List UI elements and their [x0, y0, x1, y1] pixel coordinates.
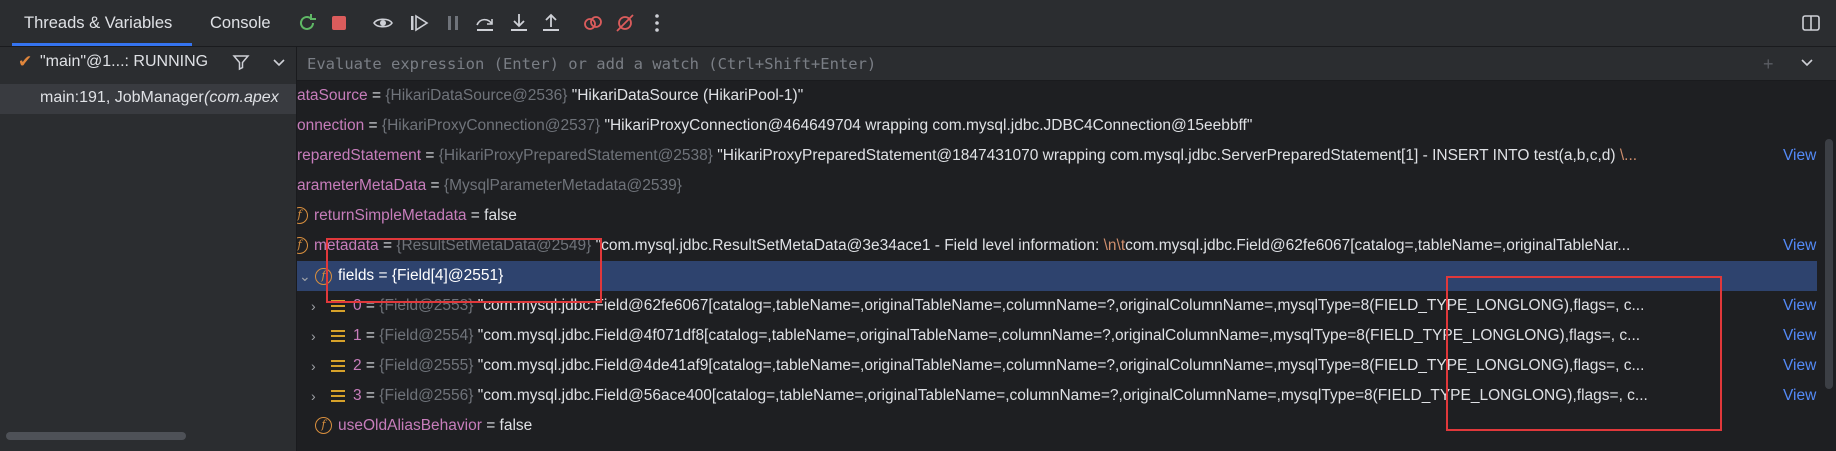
stop-icon[interactable] [326, 10, 352, 36]
view-link[interactable]: View [1780, 351, 1817, 381]
variable-row[interactable]: arameterMetaData = {MysqlParameterMetada… [297, 171, 1817, 201]
frame-label: main:191, JobManager [40, 89, 204, 106]
variable-type: {MysqlParameterMetadata@2539} [443, 177, 682, 194]
thread-label: "main"@1...: RUNNING [40, 53, 209, 70]
array-element-icon [331, 330, 345, 342]
view-link[interactable]: View [1780, 291, 1817, 321]
variable-value: = false [481, 417, 533, 434]
variable-name: arameterMetaData [297, 177, 427, 194]
array-element-row[interactable]: › 1 = {Field@2554} "com.mysql.jdbc.Field@… [297, 321, 1817, 351]
variable-row-selected[interactable]: ⌄ f fields = {Field[4]@2551} [297, 261, 1817, 291]
variable-row[interactable]: f useOldAliasBehavior = false [297, 411, 1817, 441]
tab-threads-variables[interactable]: Threads & Variables [12, 0, 192, 46]
thread-selector[interactable]: ✔ "main"@1...: RUNNING [0, 47, 296, 79]
array-element-row[interactable]: › 3 = {Field@2556} "com.mysql.jdbc.Field@… [297, 381, 1817, 411]
step-into-icon[interactable] [506, 10, 532, 36]
array-element-row[interactable]: › 0 = {Field@2553} "com.mysql.jdbc.Field@… [297, 291, 1817, 321]
step-out-icon[interactable] [538, 10, 564, 36]
mute-breakpoints-icon[interactable] [612, 10, 638, 36]
frame-class: (com.apex [204, 89, 279, 106]
filter-icon[interactable] [232, 53, 250, 76]
chevron-right-icon[interactable]: › [311, 351, 327, 381]
tab-console[interactable]: Console [210, 0, 271, 46]
rerun-icon[interactable] [294, 10, 320, 36]
variable-value: = {Field[4]@2551} [374, 267, 504, 285]
array-element-icon [331, 360, 345, 372]
element-index: 0 [353, 297, 362, 315]
field-icon: f [297, 207, 308, 225]
variable-value: "com.mysql.jdbc.Field@62fe6067[catalog=,… [477, 297, 1645, 315]
chevron-down-icon[interactable]: ⌄ [299, 261, 315, 291]
view-breakpoints-icon[interactable] [370, 10, 396, 36]
escape-sequence: \n\t [1103, 237, 1126, 254]
variable-name: fields [338, 267, 375, 285]
variable-name: onnection [297, 117, 365, 134]
variable-value: "com.mysql.jdbc.ResultSetMetaData@3e34ac… [595, 237, 1104, 254]
variable-row[interactable]: onnection = {HikariProxyConnection@2537}… [297, 111, 1817, 141]
chevron-down-icon[interactable] [271, 53, 287, 76]
variable-type: {Field@2553} [379, 297, 474, 315]
variable-value-cont: com.mysql.jdbc.Field@62fe6067[catalog=,t… [1125, 237, 1631, 254]
variable-type: {HikariProxyConnection@2537} [381, 117, 601, 134]
variable-type: {ResultSetMetaData@2549} [396, 237, 592, 254]
variable-type: {HikariDataSource@2536} [385, 87, 568, 104]
variable-value: "com.mysql.jdbc.Field@4f071df8[catalog=,… [477, 327, 1641, 345]
field-icon: f [315, 417, 332, 435]
variable-name: returnSimpleMetadata [314, 207, 467, 224]
array-element-icon [331, 390, 345, 402]
element-index: 1 [353, 327, 362, 345]
element-index: 3 [353, 387, 362, 405]
variable-row[interactable]: f returnSimpleMetadata = false [297, 201, 1817, 231]
frames-panel: ✔ "main"@1...: RUNNING main:191, JobMana… [0, 47, 297, 451]
resume-icon[interactable] [406, 10, 432, 36]
step-over-icon[interactable] [472, 10, 498, 36]
variable-value: "com.mysql.jdbc.Field@56ace400[catalog=,… [477, 387, 1648, 405]
view-link[interactable]: View [1780, 141, 1817, 171]
layout-toggle-icon[interactable] [1798, 10, 1824, 36]
variable-name: reparedStatement [297, 147, 422, 164]
field-icon: f [315, 267, 332, 285]
debug-toolbar: Threads & Variables Console [0, 0, 1836, 47]
view-link[interactable]: View [1780, 321, 1817, 351]
evaluate-bar: + [297, 47, 1836, 81]
breakpoints-icon[interactable] [580, 10, 606, 36]
pause-icon[interactable] [440, 10, 466, 36]
variable-type: {HikariProxyPreparedStatement@2538} [438, 147, 713, 164]
evaluate-expression-input[interactable] [307, 47, 1707, 80]
variable-type: {Field@2554} [379, 327, 474, 345]
variable-row[interactable]: reparedStatement = {HikariProxyPreparedS… [297, 141, 1817, 171]
field-icon: f [297, 237, 308, 255]
stack-frame-item[interactable]: main:191, JobManager (com.apex [0, 84, 296, 114]
variable-type: {Field@2556} [379, 387, 474, 405]
more-options-icon[interactable] [644, 10, 670, 36]
chevron-right-icon[interactable]: › [311, 291, 327, 321]
variable-value: "HikariProxyPreparedStatement@1847431070… [717, 147, 1620, 164]
view-link[interactable]: View [1780, 381, 1817, 411]
view-link[interactable]: View [1780, 231, 1817, 261]
escape-sequence: \... [1619, 147, 1638, 164]
chevron-right-icon[interactable]: › [311, 321, 327, 351]
array-element-icon [331, 300, 345, 312]
chevron-down-icon[interactable] [1799, 53, 1815, 76]
variable-value: "HikariDataSource (HikariPool-1)" [571, 87, 804, 104]
variable-name: useOldAliasBehavior [338, 417, 482, 434]
variable-value: = false [466, 207, 517, 224]
vertical-scrollbar[interactable] [1825, 139, 1833, 389]
array-element-row[interactable]: › 2 = {Field@2555} "com.mysql.jdbc.Field@… [297, 351, 1817, 381]
variable-type: {Field@2555} [379, 357, 474, 375]
chevron-right-icon[interactable]: › [311, 381, 327, 411]
check-icon: ✔ [18, 52, 33, 71]
horizontal-scrollbar[interactable] [6, 432, 186, 440]
element-index: 2 [353, 357, 362, 375]
variable-row[interactable]: f metadata = {ResultSetMetaData@2549} "co… [297, 231, 1817, 261]
variable-row[interactable]: ataSource = {HikariDataSource@2536} "Hik… [297, 81, 1817, 111]
add-watch-icon[interactable]: + [1763, 54, 1774, 75]
variable-value: "HikariProxyConnection@464649704 wrappin… [604, 117, 1253, 134]
variable-name: metadata [314, 237, 379, 254]
variable-name: ataSource [297, 87, 368, 104]
variable-value: "com.mysql.jdbc.Field@4de41af9[catalog=,… [477, 357, 1645, 375]
variables-panel: + ataSource = {HikariDataSource@2536} "H… [297, 47, 1836, 451]
